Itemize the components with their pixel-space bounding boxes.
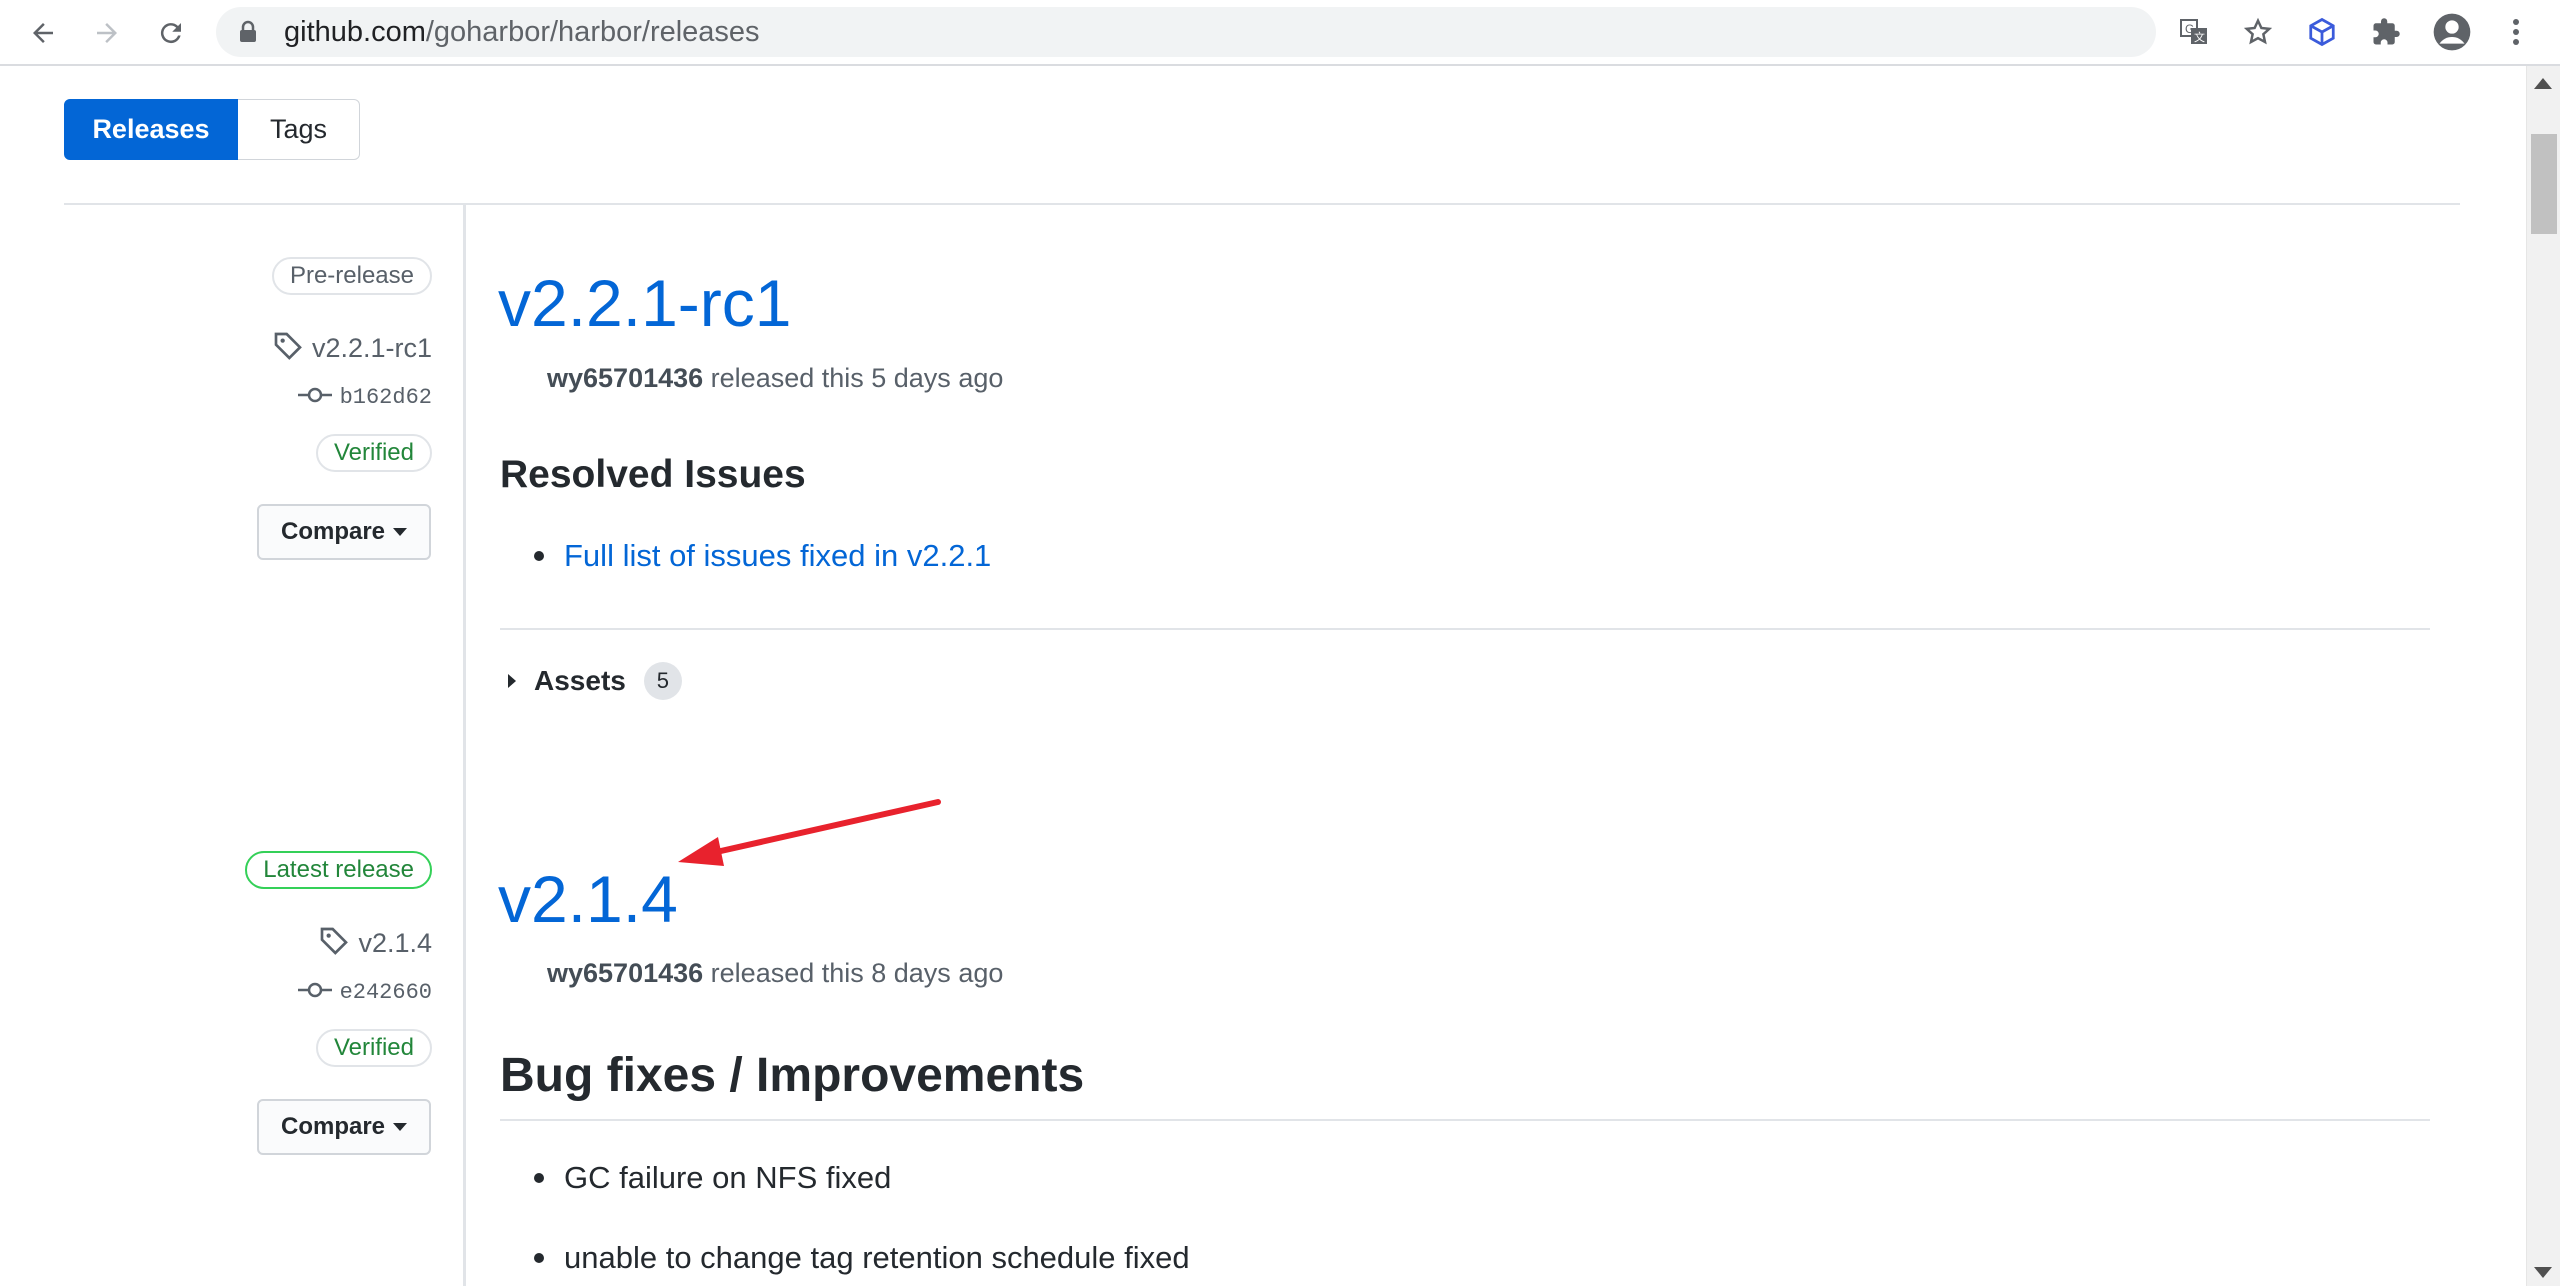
red-annotation-arrow-icon [678, 799, 941, 866]
